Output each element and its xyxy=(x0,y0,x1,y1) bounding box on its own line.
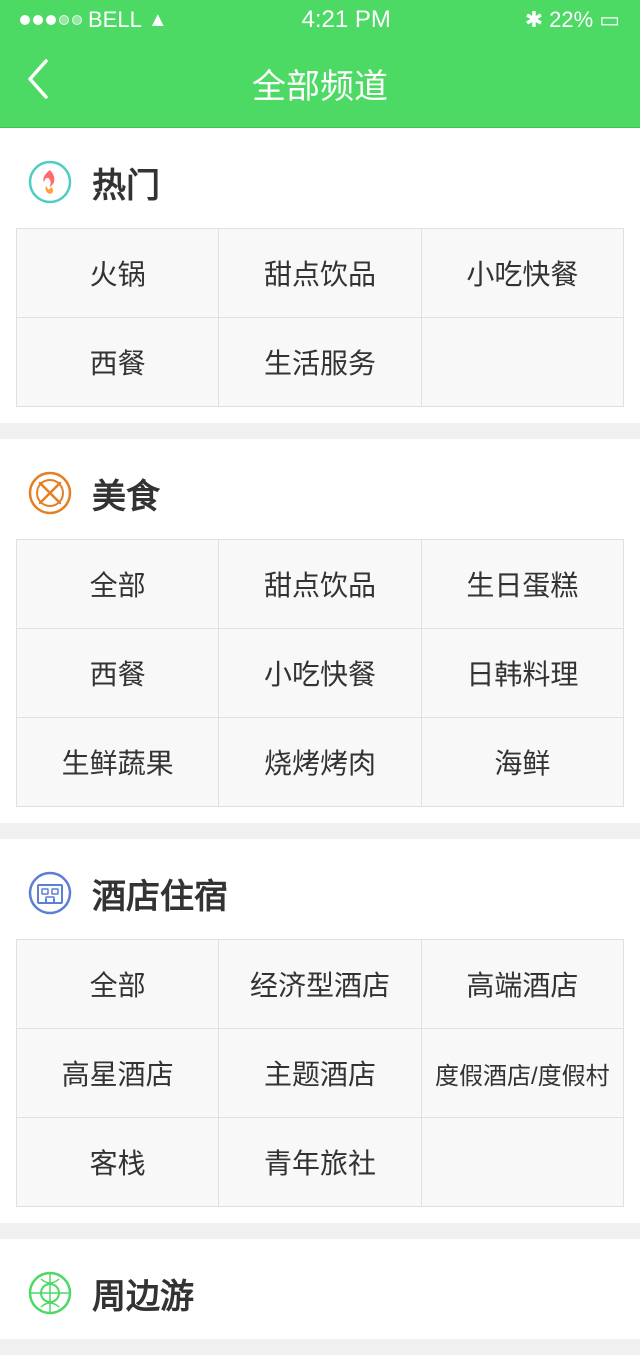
grid-item[interactable]: 甜点饮品 xyxy=(219,229,420,317)
grid-item[interactable]: 小吃快餐 xyxy=(422,229,623,317)
section-title-travel: 周边游 xyxy=(92,1269,194,1318)
grid-item[interactable]: 度假酒店/度假村 xyxy=(422,1029,623,1117)
bluetooth-icon: ✱ xyxy=(525,7,543,33)
section-title-food: 美食 xyxy=(92,469,160,518)
grid-item[interactable]: 日韩料理 xyxy=(422,629,623,717)
section-header-hotel: 酒店住宿 xyxy=(0,839,640,939)
grid-item[interactable]: 高星酒店 xyxy=(17,1029,218,1117)
status-right: ✱ 22% ▭ xyxy=(525,7,620,33)
grid-item-empty xyxy=(422,318,623,406)
grid-item[interactable]: 高端酒店 xyxy=(422,940,623,1028)
grid-item[interactable]: 主题酒店 xyxy=(219,1029,420,1117)
grid-item[interactable]: 生活服务 xyxy=(219,318,420,406)
grid-hot: 火锅 甜点饮品 小吃快餐 西餐 生活服务 xyxy=(16,228,624,407)
grid-item[interactable]: 客栈 xyxy=(17,1118,218,1206)
nav-bar: 全部频道 xyxy=(0,40,640,128)
status-left: BELL ▲ xyxy=(20,7,168,33)
section-title-hot: 热门 xyxy=(92,158,160,207)
grid-item[interactable]: 海鲜 xyxy=(422,718,623,806)
wifi-icon: ▲ xyxy=(148,9,168,32)
travel-icon xyxy=(24,1267,76,1319)
section-hotel: 酒店住宿 全部 经济型酒店 高端酒店 高星酒店 主题酒店 度假酒店/度假村 客栈… xyxy=(0,839,640,1223)
section-header-food: 美食 xyxy=(0,439,640,539)
signal-indicator xyxy=(20,15,82,25)
section-title-hotel: 酒店住宿 xyxy=(92,869,228,918)
food-icon xyxy=(24,467,76,519)
section-header-hot: 热门 xyxy=(0,128,640,228)
grid-item[interactable]: 西餐 xyxy=(17,629,218,717)
grid-item[interactable]: 全部 xyxy=(17,540,218,628)
grid-item[interactable]: 全部 xyxy=(17,940,218,1028)
hot-icon xyxy=(24,156,76,208)
grid-item[interactable]: 甜点饮品 xyxy=(219,540,420,628)
content: 热门 火锅 甜点饮品 小吃快餐 西餐 生活服务 美食 全部 xyxy=(0,128,640,1339)
grid-item[interactable]: 西餐 xyxy=(17,318,218,406)
section-hot: 热门 火锅 甜点饮品 小吃快餐 西餐 生活服务 xyxy=(0,128,640,423)
carrier-label: BELL xyxy=(88,7,142,33)
hotel-icon xyxy=(24,867,76,919)
section-food: 美食 全部 甜点饮品 生日蛋糕 西餐 小吃快餐 日韩料理 生鲜蔬果 烧烤烤肉 海… xyxy=(0,439,640,823)
grid-item[interactable]: 生日蛋糕 xyxy=(422,540,623,628)
battery-icon: ▭ xyxy=(599,7,620,33)
grid-food: 全部 甜点饮品 生日蛋糕 西餐 小吃快餐 日韩料理 生鲜蔬果 烧烤烤肉 海鲜 xyxy=(16,539,624,807)
grid-item[interactable]: 生鲜蔬果 xyxy=(17,718,218,806)
battery-label: 22% xyxy=(549,7,593,33)
grid-item[interactable]: 烧烤烤肉 xyxy=(219,718,420,806)
section-travel: 周边游 xyxy=(0,1239,640,1339)
page-title: 全部频道 xyxy=(252,59,388,108)
grid-item-empty xyxy=(422,1118,623,1206)
grid-item[interactable]: 经济型酒店 xyxy=(219,940,420,1028)
grid-item[interactable]: 小吃快餐 xyxy=(219,629,420,717)
status-bar: BELL ▲ 4:21 PM ✱ 22% ▭ xyxy=(0,0,640,40)
status-time: 4:21 PM xyxy=(301,6,390,34)
grid-item[interactable]: 火锅 xyxy=(17,229,218,317)
grid-item[interactable]: 青年旅社 xyxy=(219,1118,420,1206)
section-header-travel: 周边游 xyxy=(0,1239,640,1339)
grid-hotel: 全部 经济型酒店 高端酒店 高星酒店 主题酒店 度假酒店/度假村 客栈 青年旅社 xyxy=(16,939,624,1207)
back-button[interactable] xyxy=(24,57,52,111)
